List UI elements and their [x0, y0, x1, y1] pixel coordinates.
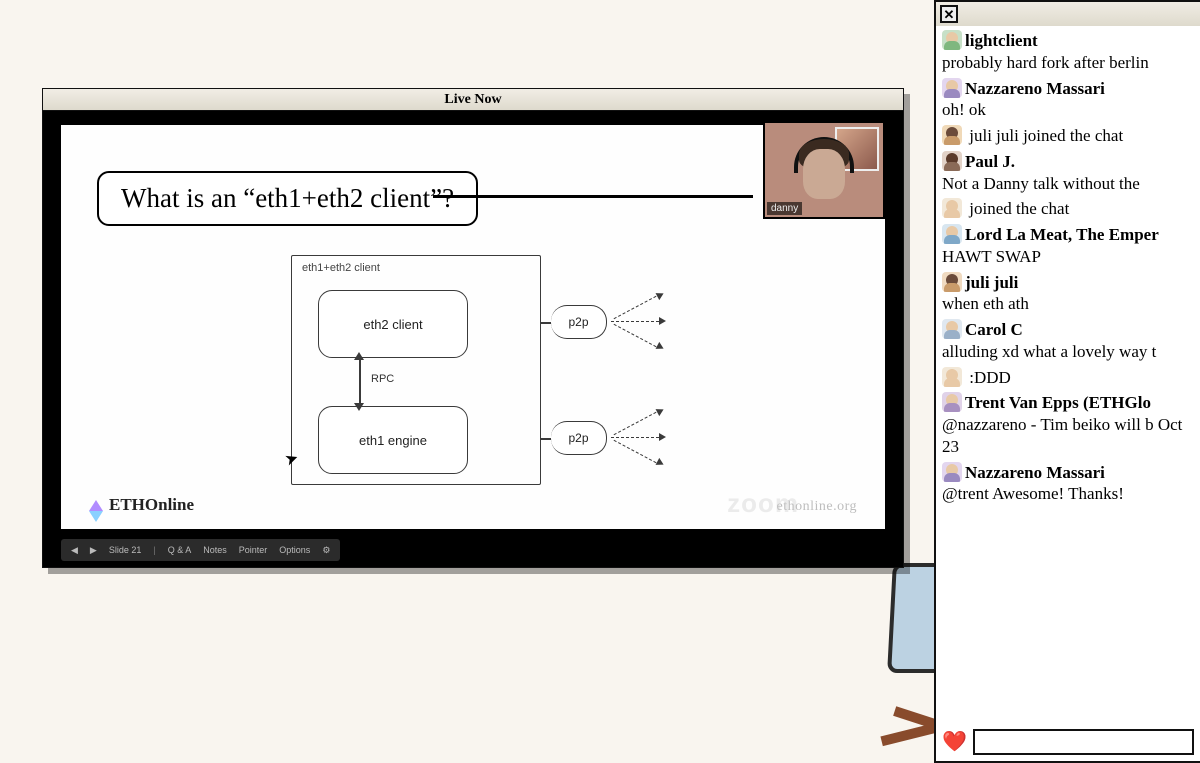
diagram-dash-arrow [656, 342, 666, 352]
diagram-dash-line [611, 321, 659, 322]
chat-message: Nazzareno Massari @trent Awesome! Thanks! [942, 462, 1194, 506]
video-window: Live Now What is an “eth1+eth2 client”? … [42, 88, 904, 568]
heart-icon[interactable]: ❤️ [942, 732, 967, 752]
chat-message: joined the chat [942, 198, 1194, 220]
diagram-rpc-arrow-up [354, 352, 364, 360]
close-button[interactable]: ✕ [940, 5, 958, 23]
play-button[interactable]: ▶ [90, 545, 97, 556]
diagram-rpc-label: RPC [371, 373, 394, 385]
toolbar-pointer[interactable]: Pointer [239, 545, 268, 555]
chat-window: ✕ lightclient probably hard fork after be… [934, 0, 1200, 763]
chat-message: lightclient probably hard fork after berl… [942, 30, 1194, 74]
chat-message: juli juli when eth ath [942, 272, 1194, 316]
diagram-dash-line [611, 437, 659, 438]
chat-text: juli juli joined the chat [965, 126, 1123, 145]
diagram-dash-line [614, 440, 657, 463]
chat-username: Nazzareno Massari [965, 79, 1105, 98]
chat-username: juli juli [965, 273, 1018, 292]
avatar [942, 30, 962, 50]
diagram-dash-arrow [659, 433, 666, 441]
avatar [942, 272, 962, 292]
presenter-toolbar[interactable]: ◀ ▶ Slide 21 | Q & A Notes Pointer Optio… [61, 539, 340, 561]
gear-icon[interactable]: ⚙ [322, 545, 330, 556]
diagram-dash-line [614, 412, 657, 435]
chat-username: lightclient [965, 31, 1038, 50]
diagram-label: eth1+eth2 client [302, 262, 380, 274]
chat-text: :DDD [965, 368, 1011, 387]
diagram-dash-arrow [656, 406, 666, 416]
video-window-title: Live Now [43, 89, 903, 111]
diagram-rpc-arrow-down [354, 403, 364, 411]
chat-text: HAWT SWAP [942, 247, 1041, 266]
chat-username: Trent Van Epps (ETHGlo [965, 393, 1151, 412]
prev-slide-button[interactable]: ◀ [71, 545, 78, 556]
avatar [942, 367, 962, 387]
avatar [942, 78, 962, 98]
diagram-rpc-line [359, 357, 361, 405]
avatar [942, 151, 962, 171]
chat-message-list[interactable]: lightclient probably hard fork after berl… [936, 26, 1200, 725]
chat-message: Trent Van Epps (ETHGlo @nazzareno - Tim b… [942, 392, 1194, 457]
avatar [942, 392, 962, 412]
chat-message: Paul J. Not a Danny talk without the [942, 151, 1194, 195]
diagram-dash-arrow [656, 458, 666, 468]
chat-username: Paul J. [965, 152, 1015, 171]
ethereum-icon [89, 500, 103, 511]
avatar [942, 125, 962, 145]
chat-titlebar: ✕ [936, 2, 1200, 26]
chat-message: Lord La Meat, The Emper HAWT SWAP [942, 224, 1194, 268]
chat-username: Lord La Meat, The Emper [965, 225, 1159, 244]
title-connector-line [433, 195, 753, 198]
chat-text: when eth ath [942, 294, 1029, 313]
diagram-dash-line [614, 324, 657, 347]
chat-text: alluding xd what a lovely way t [942, 342, 1156, 361]
chat-text: @trent Awesome! Thanks! [942, 484, 1124, 503]
toolbar-qna[interactable]: Q & A [168, 545, 192, 555]
chat-message: Carol C alluding xd what a lovely way t [942, 319, 1194, 363]
chat-message: Nazzareno Massari oh! ok [942, 78, 1194, 122]
video-body: What is an “eth1+eth2 client”? eth1+eth2… [43, 111, 903, 567]
chat-input[interactable] [973, 729, 1194, 755]
chat-username: Carol C [965, 320, 1023, 339]
brand-logo: ETHOnline [89, 495, 194, 515]
avatar [942, 319, 962, 339]
chat-text: Not a Danny talk without the [942, 174, 1140, 193]
diagram-box-eth1: eth1 engine [318, 406, 468, 474]
diagram-dash-arrow [656, 290, 666, 300]
brand-text: ETHOnline [109, 495, 194, 515]
chat-text: joined the chat [965, 199, 1069, 218]
avatar [942, 224, 962, 244]
diagram-dash-arrow [659, 317, 666, 325]
presenter-webcam: danny [763, 121, 885, 219]
diagram-p2p-bot: p2p [551, 421, 607, 455]
chat-text: @nazzareno - Tim beiko will b Oct 23 [942, 415, 1182, 456]
slide-title: What is an “eth1+eth2 client”? [97, 171, 478, 226]
diagram-box-eth2: eth2 client [318, 290, 468, 358]
toolbar-options[interactable]: Options [279, 545, 310, 555]
chat-text: oh! ok [942, 100, 986, 119]
chat-input-row: ❤️ [936, 725, 1200, 761]
presenter-name-tag: danny [767, 202, 802, 215]
chat-username: Nazzareno Massari [965, 463, 1105, 482]
chat-text: probably hard fork after berlin [942, 53, 1149, 72]
diagram-container: eth1+eth2 client eth2 client eth1 engine [291, 255, 541, 485]
zoom-watermark: zoom [727, 488, 799, 519]
avatar [942, 462, 962, 482]
slide-counter: Slide 21 [109, 545, 142, 555]
diagram-dash-line [614, 296, 657, 319]
diagram-p2p-top: p2p [551, 305, 607, 339]
chat-message: :DDD [942, 367, 1194, 389]
toolbar-notes[interactable]: Notes [203, 545, 227, 555]
avatar [942, 198, 962, 218]
chat-message: juli juli joined the chat [942, 125, 1194, 147]
